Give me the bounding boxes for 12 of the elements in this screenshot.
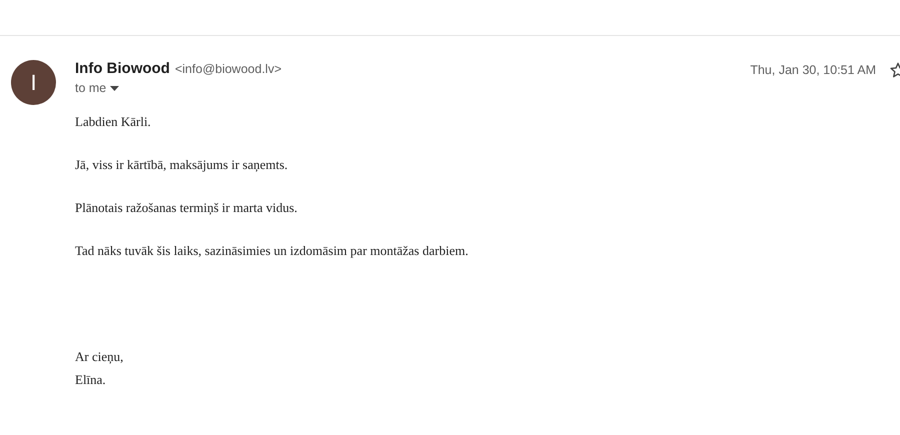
- message-paragraph: Tad nāks tuvāk šis laiks, sazināsimies un izdomāsim par montāžas darbiem.: [75, 242, 470, 259]
- recipient-label: to me: [75, 81, 106, 95]
- message-paragraph: Plānotais ražošanas termiņš ir marta vidus.: [75, 199, 298, 216]
- email-date: Thu, Jan 30, 10:51 AM: [750, 63, 876, 77]
- sender-name: Info Biowood: [75, 60, 170, 77]
- message-paragraph: Jā, viss ir kārtībā, maksājums ir saņemts.: [75, 156, 289, 173]
- caret-icon[interactable]: [110, 86, 120, 90]
- message-paragraph: Labdien Kārli.: [75, 113, 152, 130]
- signature-line: Ar cieņu,: [75, 348, 124, 366]
- avatar: I: [11, 60, 56, 105]
- signature-line: Elīna.: [75, 371, 107, 389]
- sender-email: <info@biowood.lv>: [174, 62, 282, 76]
